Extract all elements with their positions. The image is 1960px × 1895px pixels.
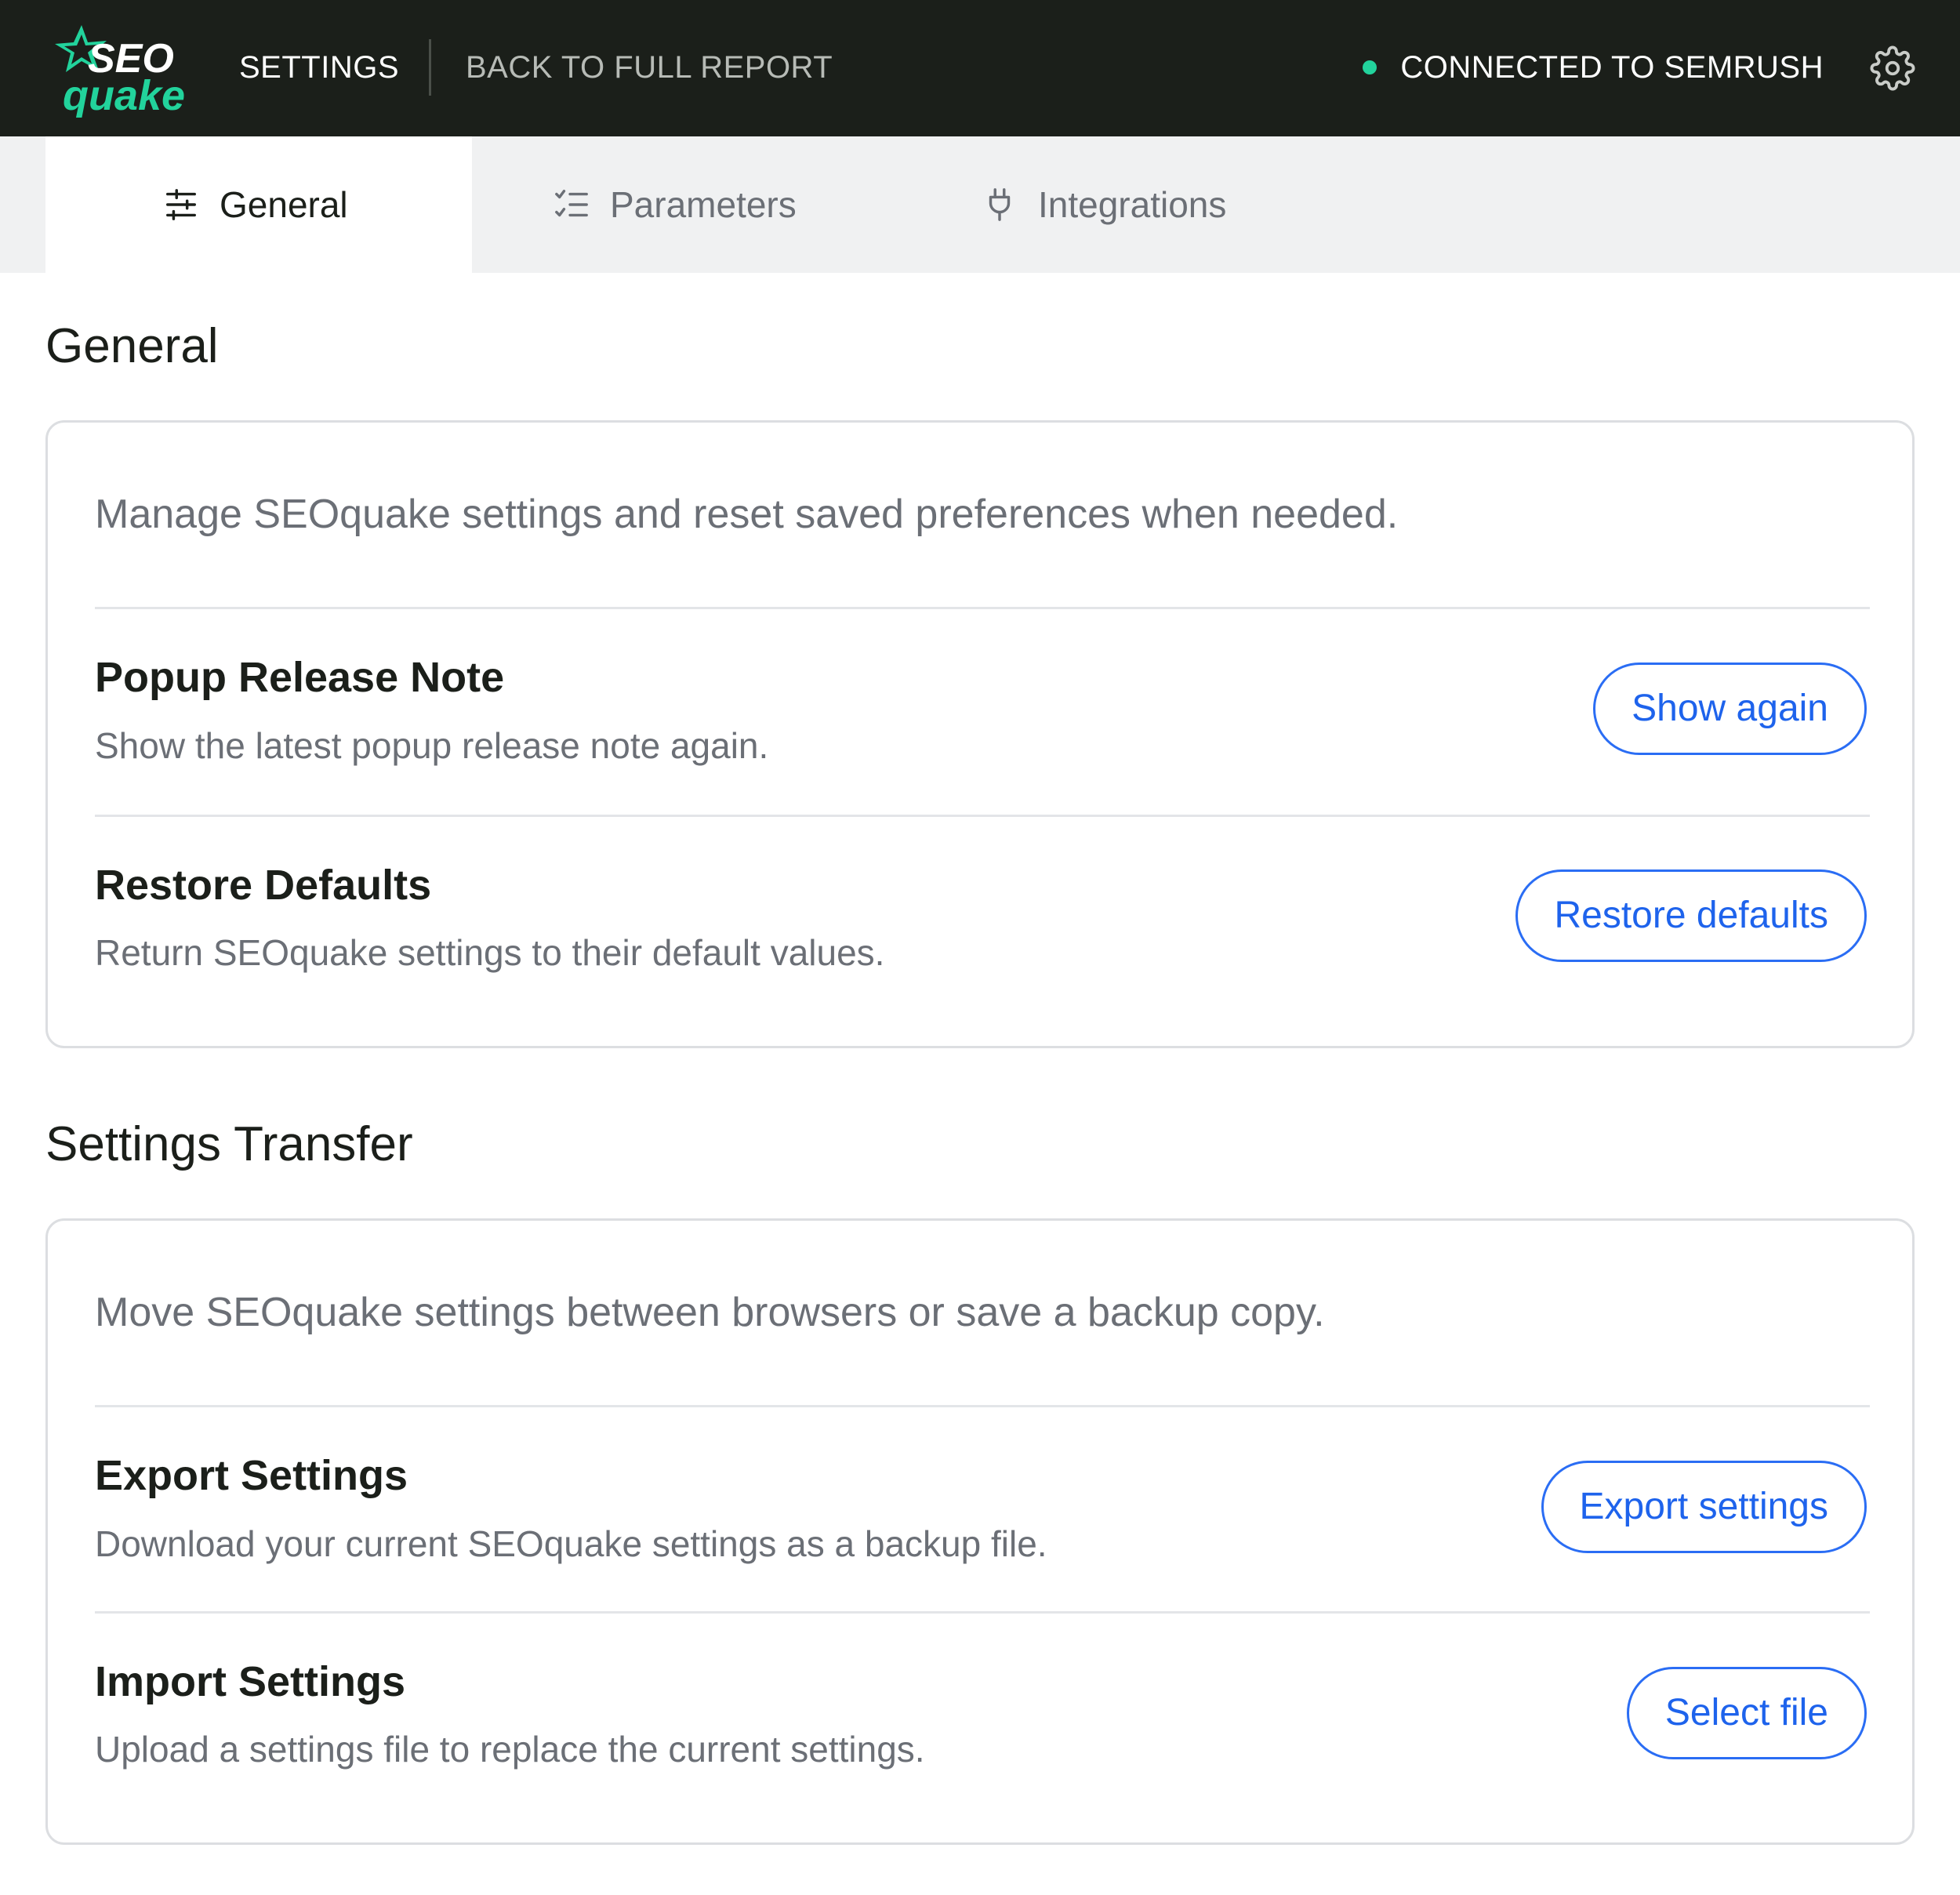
- plug-icon: [989, 188, 1011, 221]
- tab-bar: General Parameters Integrations: [0, 136, 1960, 273]
- nav-settings[interactable]: SETTINGS: [239, 47, 399, 88]
- divider: [95, 1405, 1870, 1407]
- select-file-button[interactable]: Select file: [1626, 1667, 1867, 1759]
- tab-parameters[interactable]: Parameters: [554, 136, 828, 273]
- export-settings-button[interactable]: Export settings: [1541, 1461, 1867, 1553]
- status-dot-icon: [1363, 60, 1377, 74]
- import-settings-title: Import Settings: [95, 1658, 406, 1705]
- connection-status-text: CONNECTED TO SEMRUSH: [1400, 50, 1824, 85]
- tab-general[interactable]: General: [45, 136, 472, 273]
- general-card: Manage SEOquake settings and reset saved…: [45, 420, 1915, 1048]
- nav-back-to-full-report[interactable]: BACK TO FULL REPORT: [466, 47, 833, 88]
- popup-release-note-subtitle: Show the latest popup release note again…: [95, 725, 769, 766]
- divider: [95, 607, 1870, 609]
- tab-general-label: General: [220, 184, 348, 225]
- top-header: SEO quake SETTINGS BACK TO FULL REPORT C…: [0, 0, 1960, 136]
- restore-defaults-title: Restore Defaults: [95, 862, 432, 909]
- export-settings-title: Export Settings: [95, 1452, 408, 1499]
- settings-transfer-card: Move SEOquake settings between browsers …: [45, 1218, 1915, 1845]
- popup-release-note-title: Popup Release Note: [95, 654, 505, 701]
- divider: [95, 815, 1870, 817]
- show-again-button[interactable]: Show again: [1593, 663, 1867, 755]
- import-settings-subtitle: Upload a settings file to replace the cu…: [95, 1729, 925, 1770]
- nav-divider: [429, 39, 431, 96]
- transfer-description: Move SEOquake settings between browsers …: [95, 1290, 1325, 1335]
- tab-parameters-label: Parameters: [610, 184, 797, 225]
- restore-defaults-button[interactable]: Restore defaults: [1515, 869, 1867, 962]
- checklist-icon: [555, 190, 588, 217]
- export-settings-subtitle: Download your current SEOquake settings …: [95, 1523, 1047, 1564]
- section-title-settings-transfer: Settings Transfer: [45, 1117, 413, 1171]
- restore-defaults-subtitle: Return SEOquake settings to their defaul…: [95, 932, 885, 973]
- divider: [95, 1611, 1870, 1614]
- tab-integrations-label: Integrations: [1038, 184, 1227, 225]
- connection-status: CONNECTED TO SEMRUSH: [1363, 47, 1824, 88]
- general-description: Manage SEOquake settings and reset saved…: [95, 492, 1399, 537]
- seoquake-logo[interactable]: SEO quake: [41, 20, 190, 118]
- svg-text:quake: quake: [63, 72, 185, 118]
- gear-icon[interactable]: [1870, 45, 1915, 91]
- sliders-icon: [166, 189, 196, 220]
- section-title-general: General: [45, 319, 219, 373]
- tab-integrations[interactable]: Integrations: [982, 136, 1258, 273]
